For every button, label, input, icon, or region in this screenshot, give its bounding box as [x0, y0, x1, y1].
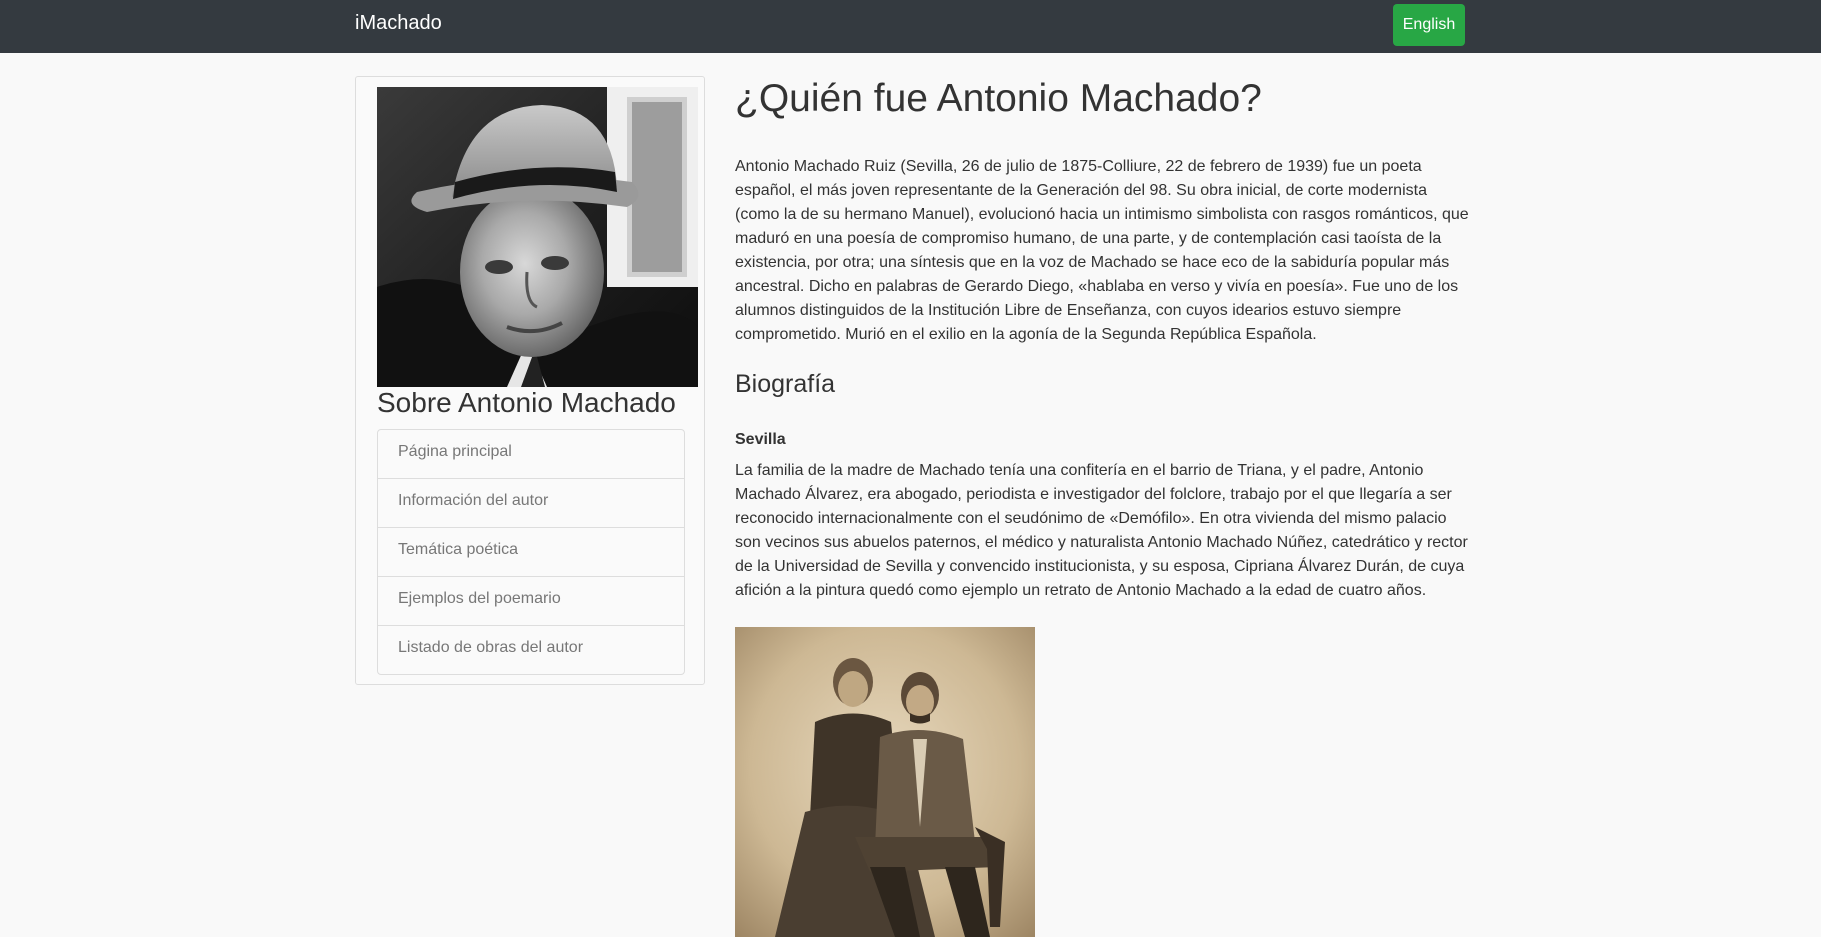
sidebar-title: Sobre Antonio Machado [377, 387, 676, 418]
sidebar-card: Sobre Antonio Machado Página principal I… [355, 76, 705, 685]
english-language-button[interactable]: English [1393, 4, 1465, 46]
intro-paragraph: Antonio Machado Ruiz (Sevilla, 26 de jul… [735, 158, 1469, 343]
sidebar-item-poem-examples[interactable]: Ejemplos del poemario [378, 577, 684, 626]
sidebar-item-home[interactable]: Página principal [378, 430, 684, 479]
sidebar-nav-list: Página principal Información del autor T… [377, 429, 685, 675]
page-title: ¿Quién fue Antonio Machado? [735, 77, 1262, 120]
sevilla-paragraph: La familia de la madre de Machado tenía … [735, 462, 1468, 599]
sidebar-item-poetic-themes[interactable]: Temática poética [378, 528, 684, 577]
antonio-machado-portrait [377, 87, 698, 387]
sidebar-item-works-list[interactable]: Listado de obras del autor [378, 626, 684, 674]
sidebar-item-author-info[interactable]: Información del autor [378, 479, 684, 528]
biography-heading: Biografía [735, 370, 836, 398]
family-photo [735, 627, 1035, 937]
sevilla-heading: Sevilla [735, 431, 786, 448]
top-navbar: iMachado English [0, 0, 1821, 53]
brand-link[interactable]: iMachado [355, 12, 442, 35]
